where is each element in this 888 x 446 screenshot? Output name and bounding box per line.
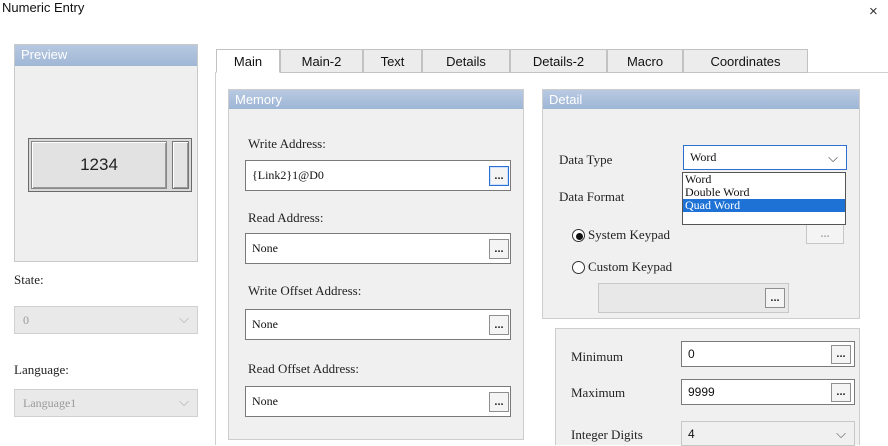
maximum-value: 9999 <box>688 385 715 399</box>
window-title: Numeric Entry <box>2 0 85 15</box>
limits-group: Minimum 0 ... Maximum 9999 ... Integer D… <box>555 328 860 446</box>
write-address-value: {Link2}1@D0 <box>252 168 324 182</box>
preview-panel: Preview 1234 <box>14 44 198 262</box>
write-offset-label: Write Offset Address: <box>248 283 362 298</box>
integer-digits-value: 4 <box>688 426 695 441</box>
read-address-browse-button[interactable]: ... <box>489 239 509 259</box>
custom-keypad-radio[interactable] <box>572 261 585 274</box>
preview-numeric-widget: 1234 <box>28 138 192 192</box>
write-address-label: Write Address: <box>248 136 326 151</box>
maximum-label: Maximum <box>571 385 626 400</box>
read-address-label: Read Address: <box>248 210 324 225</box>
tab-main[interactable]: Main <box>216 49 280 73</box>
data-type-dropdown-list: Word Double Word Quad Word <box>682 172 846 225</box>
tab-macro[interactable]: Macro <box>607 49 683 73</box>
close-icon[interactable]: × <box>869 3 878 20</box>
maximum-field[interactable]: 9999 <box>681 379 855 405</box>
chevron-down-icon: ⌵ <box>179 311 189 326</box>
data-type-label: Data Type <box>559 152 613 167</box>
language-select[interactable]: Language1 ⌵ <box>14 389 198 417</box>
write-offset-browse-button[interactable]: ... <box>489 315 509 335</box>
state-select[interactable]: 0 ⌵ <box>14 306 198 334</box>
minimum-browse-button[interactable]: ... <box>831 345 851 364</box>
read-offset-label: Read Offset Address: <box>248 361 359 376</box>
write-offset-value: None <box>252 317 278 331</box>
data-type-select[interactable]: Word ⌵ <box>683 145 847 170</box>
custom-keypad-browse-button[interactable]: ... <box>765 288 785 308</box>
data-format-label: Data Format <box>559 189 625 204</box>
state-value: 0 <box>23 313 29 327</box>
data-type-value: Word <box>690 150 717 164</box>
tab-text[interactable]: Text <box>363 49 422 73</box>
read-address-field[interactable]: None <box>245 233 511 264</box>
read-offset-field[interactable]: None <box>245 386 511 417</box>
write-address-browse-button[interactable]: ... <box>489 166 509 186</box>
maximum-browse-button[interactable]: ... <box>831 383 851 402</box>
read-address-value: None <box>252 241 278 255</box>
preview-widget-handle <box>172 141 189 189</box>
chevron-down-icon: ⌵ <box>179 394 189 409</box>
write-offset-field[interactable]: None <box>245 309 511 340</box>
tab-main-2[interactable]: Main-2 <box>280 49 363 73</box>
language-value: Language1 <box>23 396 77 410</box>
detail-header: Detail <box>543 90 859 109</box>
read-offset-value: None <box>252 394 278 408</box>
system-keypad-label: System Keypad <box>588 227 670 242</box>
write-address-field[interactable]: {Link2}1@D0 <box>245 160 511 191</box>
read-offset-browse-button[interactable]: ... <box>489 392 509 412</box>
memory-group: Memory Write Address: {Link2}1@D0 ... Re… <box>228 89 524 440</box>
system-keypad-radio[interactable] <box>572 229 585 242</box>
custom-keypad-label: Custom Keypad <box>588 259 673 274</box>
tab-coordinates[interactable]: Coordinates <box>683 49 808 73</box>
language-label: Language: <box>14 362 69 377</box>
minimum-label: Minimum <box>571 349 624 364</box>
chevron-down-icon: ⌵ <box>836 426 846 441</box>
minimum-value: 0 <box>688 347 695 361</box>
system-keypad-browse-button[interactable]: ... <box>806 224 844 244</box>
tab-details-2[interactable]: Details-2 <box>510 49 607 73</box>
minimum-field[interactable]: 0 <box>681 341 855 367</box>
integer-digits-select[interactable]: 4 ⌵ <box>681 421 855 446</box>
tab-details[interactable]: Details <box>422 49 510 73</box>
data-type-option-quad-word[interactable]: Quad Word <box>683 199 845 212</box>
memory-header: Memory <box>229 90 523 109</box>
state-label: State: <box>14 272 44 287</box>
integer-digits-label: Integer Digits <box>571 427 643 442</box>
chevron-down-icon: ⌵ <box>828 150 838 165</box>
preview-header: Preview <box>15 45 197 66</box>
preview-value: 1234 <box>31 141 167 189</box>
custom-keypad-field[interactable] <box>598 283 789 313</box>
